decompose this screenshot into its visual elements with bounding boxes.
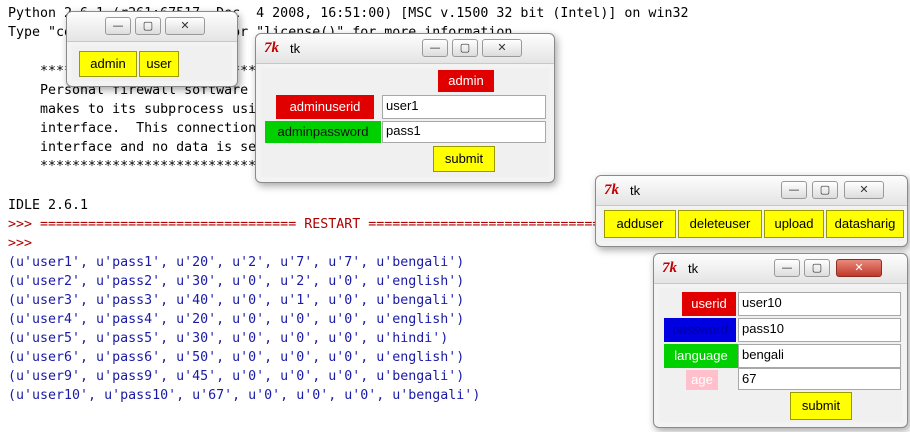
admin-window-titlebar[interactable]: 7k tk — ▢ ✕ [596, 176, 907, 206]
window-title: tk [630, 183, 641, 198]
tk-logo-icon: 7k [604, 182, 619, 198]
shell-prompt[interactable]: >>> [8, 234, 32, 253]
maximize-icon[interactable]: ▢ [135, 17, 161, 35]
window-title: tk [290, 41, 301, 56]
admin-actions-window: 7k tk — ▢ ✕ adduser deleteuser upload da… [595, 175, 908, 247]
role-select-window: — ▢ ✕ admin user [66, 11, 238, 87]
shell-output-row: (u'user1', u'pass1', u'20', u'2', u'7', … [8, 255, 465, 270]
adduser-button[interactable]: adduser [604, 210, 676, 238]
tk-logo-icon: 7k [662, 260, 677, 276]
maximize-icon[interactable]: ▢ [804, 259, 830, 277]
login-window-titlebar[interactable]: 7k tk — ▢ ✕ [256, 34, 554, 64]
shell-output-row: (u'user9', u'pass9', u'45', u'0', u'0', … [8, 369, 465, 384]
age-label: age [686, 370, 718, 390]
user-button[interactable]: user [139, 51, 179, 77]
admin-window-client: adduser deleteuser upload datasharig [601, 208, 904, 241]
shell-output-row: (u'user2', u'pass2', u'30', u'0', u'2', … [8, 274, 465, 289]
adminuserid-input[interactable]: user1 [382, 95, 546, 119]
user-window-titlebar[interactable]: 7k tk — ▢ ✕ [654, 254, 907, 284]
shell-output-row: (u'user5', u'pass5', u'30', u'0', u'0', … [8, 331, 449, 346]
login-window-client: admin adminuserid user1 adminpassword pa… [261, 68, 549, 177]
shell-restart-line: >>> ================================ RES… [8, 217, 625, 232]
close-icon[interactable]: ✕ [165, 17, 205, 35]
shell-output-row: (u'user3', u'pass3', u'40', u'0', u'1', … [8, 293, 465, 308]
password-input[interactable]: pass10 [738, 318, 901, 342]
submit-button[interactable]: submit [433, 146, 495, 172]
language-label: language [664, 344, 738, 368]
window-title: tk [688, 261, 699, 276]
minimize-icon[interactable]: — [774, 259, 800, 277]
adminpassword-label: adminpassword [265, 121, 381, 143]
minimize-icon[interactable]: — [422, 39, 448, 57]
shell-output-row: (u'user4', u'pass4', u'20', u'0', u'0', … [8, 312, 465, 327]
role-window-titlebar[interactable]: — ▢ ✕ [67, 12, 237, 42]
role-window-client: admin user [72, 46, 232, 81]
adminpassword-input[interactable]: pass1 [382, 121, 546, 143]
userid-input[interactable]: user10 [738, 292, 901, 316]
minimize-icon[interactable]: — [105, 17, 131, 35]
user-details-window: 7k tk — ▢ ✕ userid user10 password pass1… [653, 253, 908, 428]
close-icon[interactable]: ✕ [482, 39, 522, 57]
age-input[interactable]: 67 [738, 368, 901, 390]
minimize-icon[interactable]: — [781, 181, 807, 199]
maximize-icon[interactable]: ▢ [452, 39, 478, 57]
adminuserid-label: adminuserid [276, 95, 374, 119]
submit-button[interactable]: submit [790, 392, 852, 420]
user-window-client: userid user10 password pass10 language b… [659, 288, 902, 422]
userid-label: userid [682, 292, 736, 316]
shell-output-row: (u'user6', u'pass6', u'50', u'0', u'0', … [8, 350, 465, 365]
admin-login-window: 7k tk — ▢ ✕ admin adminuserid user1 admi… [255, 33, 555, 183]
admin-heading-label: admin [438, 70, 494, 92]
maximize-icon[interactable]: ▢ [812, 181, 838, 199]
datasharig-button[interactable]: datasharig [826, 210, 904, 238]
admin-button[interactable]: admin [79, 51, 137, 77]
upload-button[interactable]: upload [764, 210, 824, 238]
language-input[interactable]: bengali [738, 344, 901, 368]
tk-logo-icon: 7k [264, 40, 279, 56]
deleteuser-button[interactable]: deleteuser [678, 210, 762, 238]
close-icon[interactable]: ✕ [836, 259, 882, 277]
shell-idle-version: IDLE 2.6.1 [8, 198, 89, 213]
password-label: password [664, 318, 736, 342]
shell-output-row: (u'user10', u'pass10', u'67', u'0', u'0'… [8, 388, 481, 403]
close-icon[interactable]: ✕ [844, 181, 884, 199]
